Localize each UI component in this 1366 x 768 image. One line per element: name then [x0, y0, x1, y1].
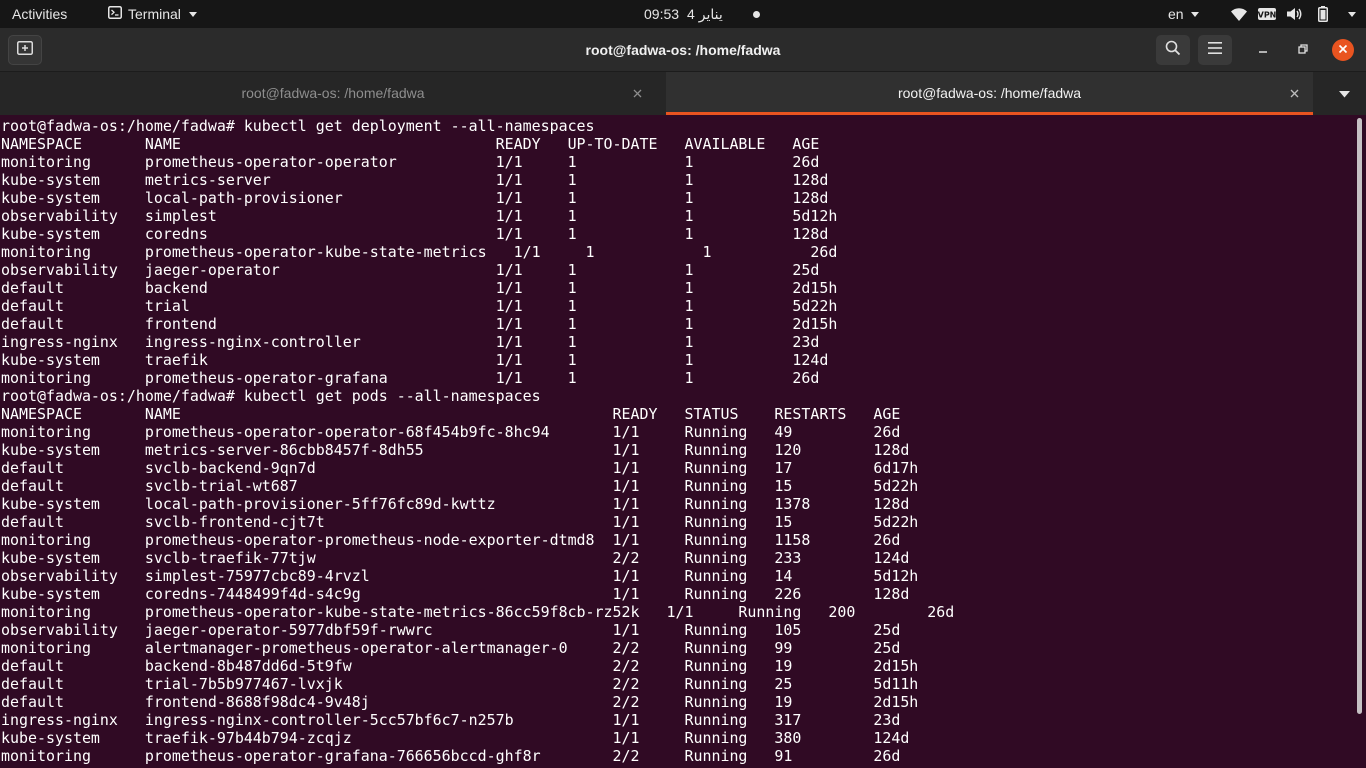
vpn-icon: VPN: [1258, 0, 1276, 28]
clock-time: 09:53: [644, 6, 680, 22]
restore-icon: [1298, 41, 1308, 59]
terminal-lines: root@fadwa-os:/home/fadwa# kubectl get d…: [1, 117, 954, 765]
terminal-app-icon: [108, 0, 122, 28]
hamburger-icon: [1208, 41, 1222, 59]
terminal-line: monitoring alertmanager-prometheus-opera…: [1, 639, 901, 657]
minimize-button[interactable]: [1252, 39, 1274, 61]
volume-icon: [1286, 0, 1304, 28]
notification-dot-icon: [752, 10, 760, 18]
chevron-down-icon: [1190, 11, 1199, 17]
terminal-line: monitoring prometheus-operator-grafana-7…: [1, 747, 901, 765]
terminal-line: ingress-nginx ingress-nginx-controller 1…: [1, 333, 820, 351]
terminal-line: NAMESPACE NAME READY STATUS RESTARTS AGE: [1, 405, 901, 423]
terminal-line: kube-system traefik 1/1 1 1 124d: [1, 351, 829, 369]
window-headerbar: root@fadwa-os: /home/fadwa: [0, 28, 1366, 72]
terminal-line: observability jaeger-operator 1/1 1 1 25…: [1, 261, 820, 279]
close-tab-icon[interactable]: [630, 86, 644, 100]
terminal-line: default backend-8b487dd6d-5t9fw 2/2 Runn…: [1, 657, 919, 675]
terminal-line: monitoring prometheus-operator-prometheu…: [1, 531, 901, 549]
terminal-line: kube-system local-path-provisioner-5ff76…: [1, 495, 910, 513]
terminal-line: root@fadwa-os:/home/fadwa# kubectl get p…: [1, 387, 541, 405]
terminal-line: default svclb-frontend-cjt7t 1/1 Running…: [1, 513, 919, 531]
terminal-line: default frontend 1/1 1 1 2d15h: [1, 315, 838, 333]
terminal-line: observability simplest-75977cbc89-4rvzl …: [1, 567, 919, 585]
clock-button[interactable]: 09:53 4 يناير: [644, 0, 760, 28]
app-menu[interactable]: Terminal: [108, 0, 197, 28]
minimize-icon: [1258, 41, 1268, 59]
terminal-line: kube-system metrics-server 1/1 1 1 128d: [1, 171, 829, 189]
terminal-tab-1[interactable]: root@fadwa-os: /home/fadwa: [0, 72, 666, 115]
clock-date: 4 يناير: [687, 6, 723, 22]
wifi-icon: [1230, 0, 1248, 28]
terminal-line: monitoring prometheus-operator-operator …: [1, 153, 820, 171]
terminal-line: monitoring prometheus-operator-grafana 1…: [1, 369, 820, 387]
terminal-line: default svclb-trial-wt687 1/1 Running 15…: [1, 477, 919, 495]
terminal-line: kube-system local-path-provisioner 1/1 1…: [1, 189, 829, 207]
terminal-line: ingress-nginx ingress-nginx-controller-5…: [1, 711, 901, 729]
tab-label: root@fadwa-os: /home/fadwa: [241, 85, 425, 101]
terminal-line: default trial 1/1 1 1 5d22h: [1, 297, 838, 315]
terminal-line: root@fadwa-os:/home/fadwa# kubectl get d…: [1, 117, 595, 135]
terminal-line: default svclb-backend-9qn7d 1/1 Running …: [1, 459, 919, 477]
terminal-line: monitoring prometheus-operator-operator-…: [1, 423, 901, 441]
terminal-line: monitoring prometheus-operator-kube-stat…: [1, 603, 955, 621]
terminal-line: monitoring prometheus-operator-kube-stat…: [1, 243, 838, 261]
chevron-down-icon: [1338, 85, 1350, 103]
chevron-down-icon: [1342, 0, 1360, 28]
terminal-line: kube-system metrics-server-86cbb8457f-8d…: [1, 441, 910, 459]
terminal-line: observability jaeger-operator-5977dbf59f…: [1, 621, 901, 639]
terminal-line: kube-system coredns-7448499f4d-s4c9g 1/1…: [1, 585, 910, 603]
tabs-dropdown-button[interactable]: [1334, 88, 1354, 100]
terminal-tab-2[interactable]: root@fadwa-os: /home/fadwa: [666, 72, 1313, 115]
terminal-scrollbar[interactable]: [1357, 118, 1362, 714]
search-icon: [1165, 40, 1181, 61]
search-button[interactable]: [1156, 35, 1190, 65]
new-tab-icon: [17, 40, 33, 60]
close-tab-icon[interactable]: [1287, 86, 1301, 100]
terminal-output[interactable]: root@fadwa-os:/home/fadwa# kubectl get d…: [0, 115, 1366, 768]
terminal-line: default backend 1/1 1 1 2d15h: [1, 279, 838, 297]
tab-label: root@fadwa-os: /home/fadwa: [897, 85, 1082, 101]
top-panel: Activities Terminal 09:53 4 يناير en VPN: [0, 0, 1366, 28]
terminal-line: observability simplest 1/1 1 1 5d12h: [1, 207, 838, 225]
terminal-line: kube-system svclb-traefik-77tjw 2/2 Runn…: [1, 549, 910, 567]
new-tab-button[interactable]: [8, 35, 42, 65]
terminal-line: default trial-7b5b977467-lvxjk 2/2 Runni…: [1, 675, 919, 693]
tab-bar: root@fadwa-os: /home/fadwa root@fadwa-os…: [0, 72, 1366, 115]
close-icon: [1338, 41, 1348, 59]
terminal-line: kube-system traefik-97b44b794-zcqjz 1/1 …: [1, 729, 910, 747]
input-language-menu[interactable]: en: [1168, 0, 1199, 28]
terminal-line: default frontend-8688f98dc4-9v48j 2/2 Ru…: [1, 693, 919, 711]
battery-icon: [1314, 0, 1332, 28]
app-menu-label: Terminal: [128, 6, 181, 22]
system-tray[interactable]: VPN: [1230, 0, 1360, 28]
terminal-line: kube-system coredns 1/1 1 1 128d: [1, 225, 829, 243]
language-label: en: [1168, 6, 1184, 22]
close-window-button[interactable]: [1332, 39, 1354, 61]
maximize-button[interactable]: [1292, 39, 1314, 61]
svg-text:VPN: VPN: [1258, 11, 1276, 20]
chevron-down-icon: [188, 11, 197, 17]
hamburger-menu-button[interactable]: [1198, 35, 1232, 65]
terminal-line: NAMESPACE NAME READY UP-TO-DATE AVAILABL…: [1, 135, 820, 153]
activities-button[interactable]: Activities: [12, 0, 67, 28]
